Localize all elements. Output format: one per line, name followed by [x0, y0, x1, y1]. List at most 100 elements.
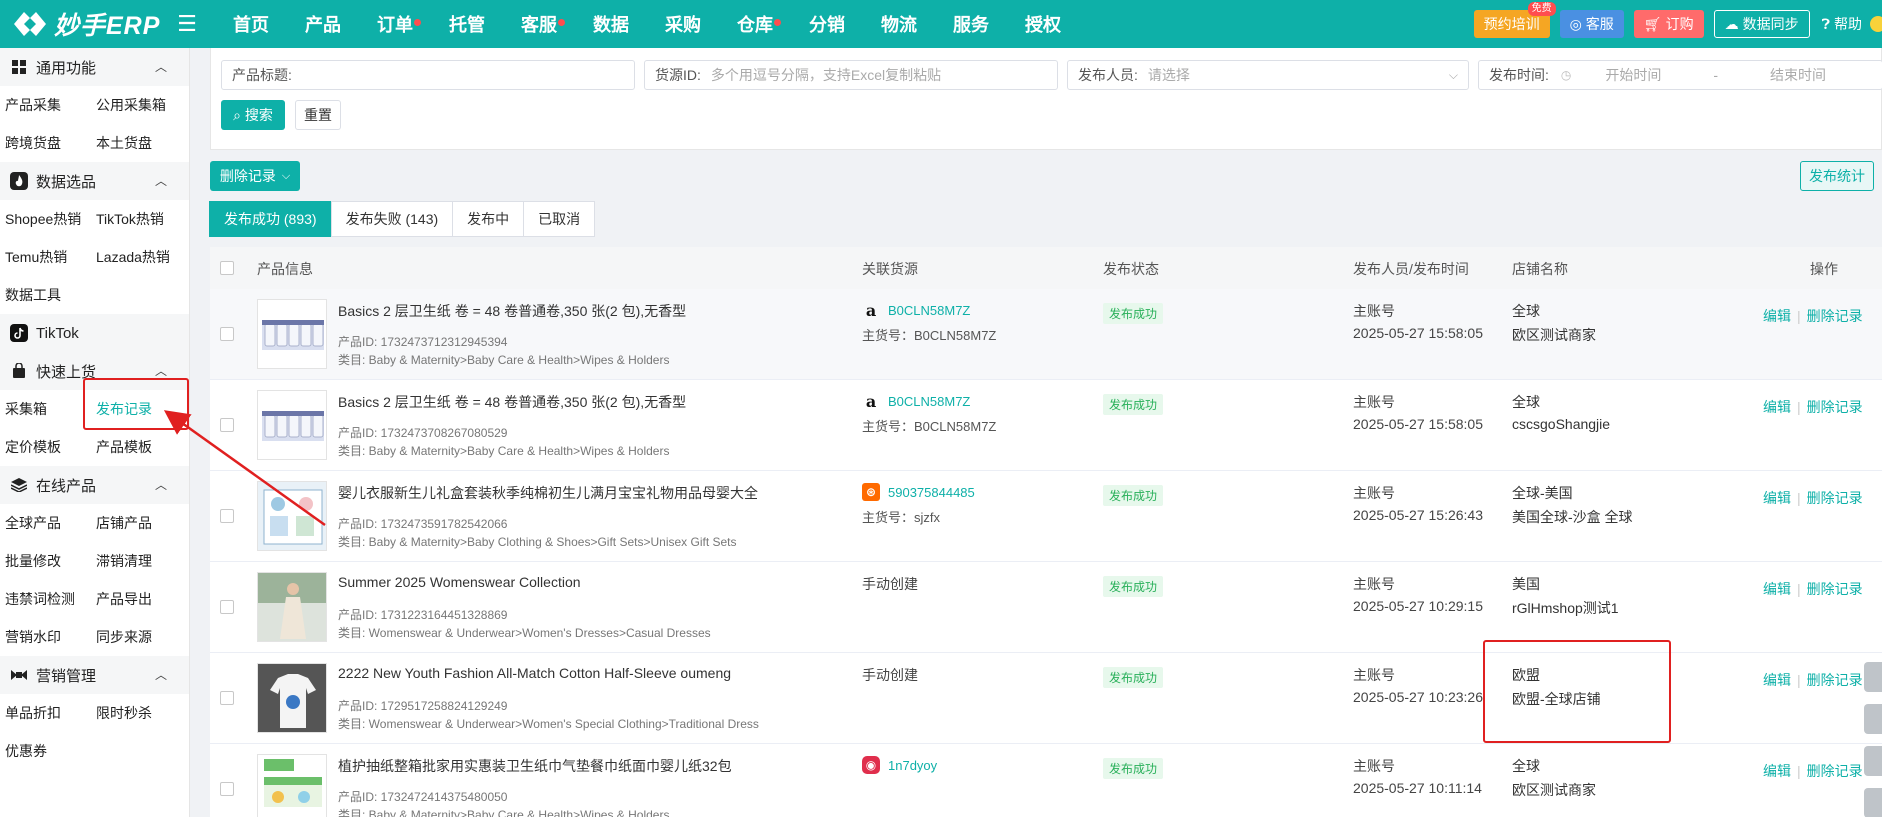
row-checkbox[interactable] — [220, 782, 234, 796]
end-time-placeholder[interactable]: 结束时间 — [1770, 65, 1826, 85]
nav-item-1[interactable]: 产品 — [287, 11, 359, 37]
delete-record-link[interactable]: 删除记录 — [1807, 306, 1863, 326]
nav-item-3[interactable]: 托管 — [431, 11, 503, 37]
nav-item-8[interactable]: 分销 — [791, 11, 863, 37]
source-id-link[interactable]: 1n7dyoy — [888, 758, 937, 773]
row-checkbox[interactable] — [220, 691, 234, 705]
chevron-up-icon[interactable]: ︿ — [155, 476, 167, 493]
sidebar-group-1[interactable]: 数据选品 ︿ — [0, 162, 189, 200]
edit-tool-icon[interactable] — [1864, 746, 1882, 776]
source-id-link[interactable]: B0CLN58M7Z — [888, 303, 970, 318]
delete-record-link[interactable]: 删除记录 — [1807, 670, 1863, 690]
nav-item-9[interactable]: 物流 — [863, 11, 935, 37]
sidebar-group-5[interactable]: 营销管理 ︿ — [0, 656, 189, 694]
nav-item-4[interactable]: 客服 — [503, 11, 575, 37]
sidebar-item[interactable]: 采集箱 — [0, 399, 91, 419]
user-avatar[interactable] — [1870, 16, 1882, 32]
sidebar-item[interactable]: 公用采集箱 — [91, 95, 182, 115]
product-title[interactable]: Basics 2 层卫生纸 卷 = 48 卷普通卷,350 张(2 包),无香型 — [338, 301, 686, 321]
product-thumbnail[interactable] — [257, 299, 327, 369]
sidebar-item[interactable]: 数据工具 — [0, 285, 91, 305]
nav-item-11[interactable]: 授权 — [1007, 11, 1079, 37]
sidebar-item[interactable]: 产品采集 — [0, 95, 91, 115]
product-thumbnail[interactable] — [257, 754, 327, 817]
product-title[interactable]: 植护抽纸整箱批家用实惠装卫生纸巾气垫餐巾纸面巾婴儿纸32包 — [338, 756, 732, 776]
product-thumbnail[interactable] — [257, 390, 327, 460]
sidebar-item[interactable]: 产品模板 — [91, 437, 182, 457]
publish-time-range[interactable]: 发布时间: ◷ 开始时间 - 结束时间 — [1478, 60, 1882, 90]
edit-link[interactable]: 编辑 — [1763, 579, 1791, 599]
training-button[interactable]: 预约培训 免费 — [1473, 2, 1556, 38]
status-tab-1[interactable]: 发布失败 (143) — [330, 201, 454, 237]
product-title[interactable]: 2222 New Youth Fashion All-Match Cotton … — [338, 665, 731, 681]
product-thumbnail[interactable] — [257, 572, 327, 642]
chevron-up-icon[interactable]: ︿ — [155, 362, 167, 379]
status-tab-0[interactable]: 发布成功 (893) — [209, 201, 332, 237]
sidebar-item[interactable]: 定价模板 — [0, 437, 91, 457]
product-title-field[interactable]: 产品标题: — [221, 60, 635, 90]
sidebar-item[interactable]: 优惠券 — [0, 741, 91, 761]
sidebar-item[interactable]: TikTok热销 — [91, 209, 182, 229]
sidebar-item[interactable]: Lazada热销 — [91, 247, 182, 267]
sidebar-item[interactable]: 批量修改 — [0, 551, 91, 571]
select-all-checkbox[interactable] — [220, 261, 234, 275]
nav-item-2[interactable]: 订单 — [359, 11, 431, 37]
product-title[interactable]: Summer 2025 Womenswear Collection — [338, 574, 581, 590]
source-id-link[interactable]: 590375844485 — [888, 485, 975, 500]
sidebar-item[interactable]: 单品折扣 — [0, 703, 91, 723]
sidebar-item[interactable]: 本土货盘 — [91, 133, 182, 153]
row-checkbox[interactable] — [220, 327, 234, 341]
delete-records-button[interactable]: 删除记录 ⌵ — [210, 161, 300, 191]
edit-link[interactable]: 编辑 — [1763, 306, 1791, 326]
screen-tool-icon[interactable] — [1864, 704, 1882, 734]
sidebar-group-3[interactable]: 快速上货 ︿ — [0, 352, 189, 390]
edit-link[interactable]: 编辑 — [1763, 488, 1791, 508]
sidebar-group-4[interactable]: 在线产品 ︿ — [0, 466, 189, 504]
product-thumbnail[interactable] — [257, 663, 327, 733]
sidebar-item[interactable]: 跨境货盘 — [0, 133, 91, 153]
sidebar-group-2[interactable]: TikTok — [0, 314, 189, 352]
delete-record-link[interactable]: 删除记录 — [1807, 488, 1863, 508]
sidebar-item[interactable]: 店铺产品 — [91, 513, 182, 533]
help-link[interactable]: ❓︎ 帮助 — [1822, 14, 1862, 34]
nav-item-6[interactable]: 采购 — [647, 11, 719, 37]
edit-link[interactable]: 编辑 — [1763, 397, 1791, 417]
nav-item-0[interactable]: 首页 — [215, 11, 287, 37]
product-thumbnail[interactable] — [257, 481, 327, 551]
publish-stats-button[interactable]: 发布统计 — [1800, 161, 1874, 191]
customer-service-button[interactable]: ◎ 客服 — [1559, 10, 1624, 38]
delete-record-link[interactable]: 删除记录 — [1807, 761, 1863, 781]
sidebar-item[interactable]: 全球产品 — [0, 513, 91, 533]
delete-record-link[interactable]: 删除记录 — [1807, 579, 1863, 599]
row-checkbox[interactable] — [220, 509, 234, 523]
sidebar-item[interactable]: Shopee热销 — [0, 209, 91, 229]
start-time-placeholder[interactable]: 开始时间 — [1605, 65, 1661, 85]
sidebar-item[interactable]: 产品导出 — [91, 589, 182, 609]
subscribe-button[interactable]: 🛒︎ 订购 — [1633, 10, 1704, 38]
sidebar-item[interactable]: 限时秒杀 — [91, 703, 182, 723]
sidebar-item[interactable]: 同步来源 — [91, 627, 182, 647]
row-checkbox[interactable] — [220, 418, 234, 432]
sidebar-group-0[interactable]: 通用功能 ︿ — [0, 48, 189, 86]
search-button[interactable]: ⌕ 搜索 — [221, 100, 285, 130]
nav-item-5[interactable]: 数据 — [575, 11, 647, 37]
status-tab-2[interactable]: 发布中 — [452, 201, 525, 237]
sidebar-item[interactable]: 滞销清理 — [91, 551, 182, 571]
edit-link[interactable]: 编辑 — [1763, 670, 1791, 690]
edit-link[interactable]: 编辑 — [1763, 761, 1791, 781]
status-tab-3[interactable]: 已取消 — [523, 201, 596, 237]
source-id-link[interactable]: B0CLN58M7Z — [888, 394, 970, 409]
nav-item-7[interactable]: 仓库 — [719, 11, 791, 37]
menu-toggle-icon[interactable]: ☰ — [175, 11, 199, 37]
chevron-up-icon[interactable]: ︿ — [155, 58, 167, 75]
source-id-field[interactable]: 货源ID: 多个用逗号分隔，支持Excel复制粘贴 — [644, 60, 1058, 90]
product-title[interactable]: Basics 2 层卫生纸 卷 = 48 卷普通卷,350 张(2 包),无香型 — [338, 392, 686, 412]
row-checkbox[interactable] — [220, 600, 234, 614]
reset-button[interactable]: 重置 — [295, 100, 341, 130]
chevron-up-icon[interactable]: ︿ — [155, 666, 167, 683]
sidebar-item[interactable]: 违禁词检测 — [0, 589, 91, 609]
chevron-up-icon[interactable]: ︿ — [155, 172, 167, 189]
nav-item-10[interactable]: 服务 — [935, 11, 1007, 37]
sidebar-item[interactable]: 发布记录 — [91, 399, 182, 419]
chat-tool-icon[interactable] — [1864, 788, 1882, 817]
